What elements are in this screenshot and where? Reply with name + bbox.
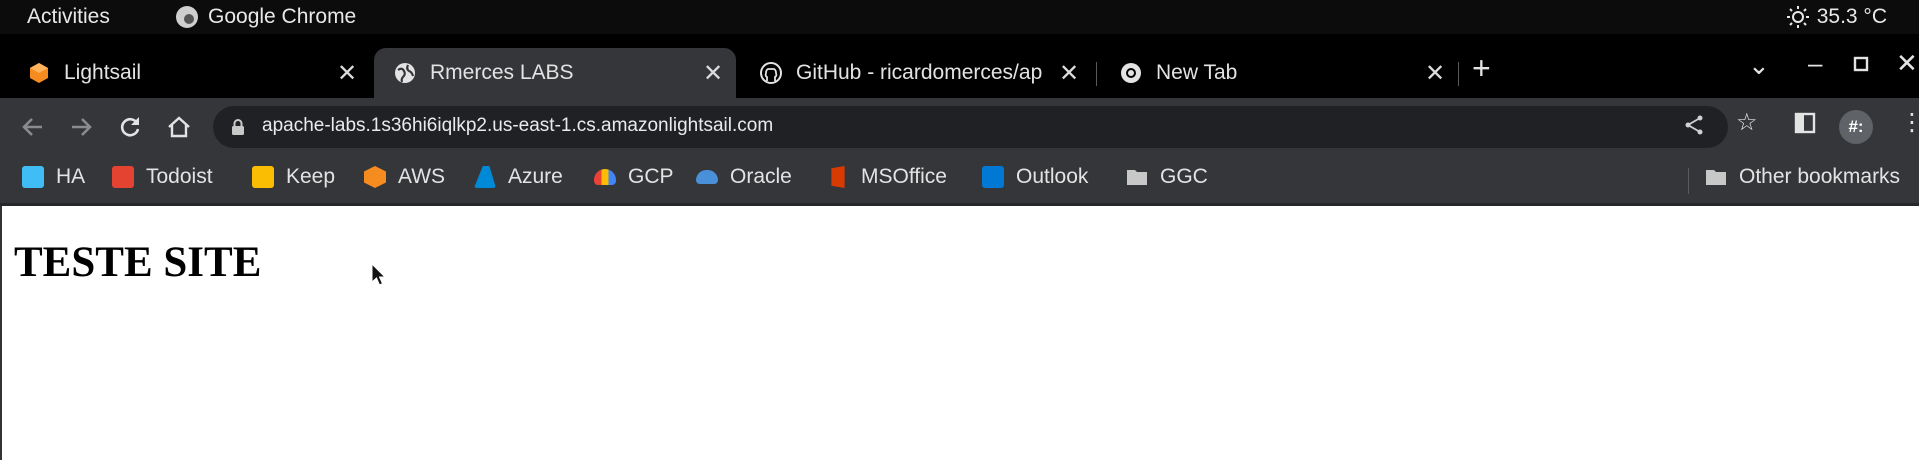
oracle-cloud-icon bbox=[696, 170, 718, 184]
bookmark-label: AWS bbox=[398, 165, 446, 188]
aws-icon bbox=[364, 166, 386, 188]
bookmark-gcp[interactable]: GCP bbox=[594, 165, 674, 189]
close-window-button[interactable]: ✕ bbox=[1896, 50, 1918, 76]
folder-icon bbox=[1127, 170, 1147, 185]
browser-toolbar: apache-labs.1s36hi6iqlkp2.us-east-1.cs.a… bbox=[0, 98, 1919, 156]
tab-github[interactable]: GitHub - ricardomerces/ap ✕ bbox=[740, 48, 1092, 98]
bookmark-label: Azure bbox=[508, 165, 563, 188]
new-tab-button[interactable]: + bbox=[1472, 52, 1491, 84]
bookmarks-bar: HA Todoist Keep AWS Azure GCP Oracle MSO… bbox=[0, 156, 1919, 206]
more-menu-icon[interactable]: ⋮ bbox=[1900, 108, 1919, 137]
home-icon bbox=[168, 116, 190, 138]
bookmark-label: Todoist bbox=[146, 165, 213, 188]
lock-icon[interactable] bbox=[231, 119, 245, 135]
bookmark-label: GGC bbox=[1160, 165, 1208, 188]
mouse-cursor-icon bbox=[371, 263, 387, 286]
bookmark-oracle[interactable]: Oracle bbox=[696, 165, 792, 189]
other-bookmarks-label: Other bookmarks bbox=[1739, 165, 1901, 188]
tab-search-button[interactable]: ⌄ bbox=[1748, 52, 1770, 78]
folder-icon bbox=[1706, 170, 1726, 185]
tab-title: Rmerces LABS bbox=[430, 61, 574, 84]
bookmark-label: GCP bbox=[628, 165, 674, 188]
keep-icon bbox=[252, 166, 274, 188]
tab-title: Lightsail bbox=[64, 61, 142, 84]
close-icon[interactable]: ✕ bbox=[1054, 59, 1084, 88]
back-button[interactable] bbox=[16, 110, 50, 144]
bookmark-msoffice[interactable]: MSOffice bbox=[827, 165, 947, 189]
tab-lightsail[interactable]: Lightsail ✕ bbox=[8, 48, 370, 98]
sun-icon bbox=[1786, 6, 1809, 28]
home-assistant-icon bbox=[22, 166, 44, 188]
bookmark-azure[interactable]: Azure bbox=[474, 165, 563, 189]
forward-arrow-icon bbox=[72, 118, 92, 136]
bookmark-label: Oracle bbox=[730, 165, 792, 188]
globe-icon bbox=[395, 63, 415, 83]
bookmark-label: Outlook bbox=[1016, 165, 1089, 188]
page-viewport: TESTE SITE bbox=[0, 206, 1919, 460]
home-button[interactable] bbox=[162, 110, 196, 144]
bookmark-outlook[interactable]: Outlook bbox=[982, 165, 1088, 189]
extension-badge[interactable]: #: bbox=[1839, 110, 1873, 144]
bookmark-aws[interactable]: AWS bbox=[364, 165, 445, 189]
temperature-label: 35.3 °C bbox=[1816, 5, 1887, 28]
system-top-bar: Activities Google Chrome 35.3 °C bbox=[0, 0, 1919, 34]
maximize-icon bbox=[1853, 56, 1869, 72]
msoffice-icon bbox=[831, 166, 845, 188]
app-name: Google Chrome bbox=[208, 5, 357, 28]
tab-new-tab[interactable]: New Tab ✕ bbox=[1100, 48, 1458, 98]
tab-separator bbox=[1096, 62, 1097, 86]
other-bookmarks-folder[interactable]: Other bookmarks bbox=[1705, 165, 1900, 189]
page-heading: TESTE SITE bbox=[14, 239, 262, 286]
tab-rmerces-labs[interactable]: Rmerces LABS ✕ bbox=[374, 48, 736, 98]
todoist-icon bbox=[112, 166, 134, 188]
bookmark-folder-ggc[interactable]: GGC bbox=[1126, 165, 1208, 189]
reload-button[interactable] bbox=[113, 110, 147, 144]
bookmark-star-icon[interactable]: ☆ bbox=[1736, 108, 1758, 137]
chrome-logo-icon bbox=[176, 6, 198, 28]
minimize-button[interactable]: – bbox=[1808, 50, 1822, 76]
forward-button[interactable] bbox=[64, 110, 98, 144]
app-menu[interactable]: Google Chrome bbox=[176, 5, 356, 29]
bookmark-ha[interactable]: HA bbox=[22, 165, 85, 189]
share-icon[interactable] bbox=[1683, 114, 1705, 142]
tab-title: GitHub - ricardomerces/ap bbox=[796, 61, 1043, 84]
weather-indicator[interactable]: 35.3 °C bbox=[1786, 5, 1887, 29]
github-icon bbox=[760, 62, 782, 84]
url-text[interactable]: apache-labs.1s36hi6iqlkp2.us-east-1.cs.a… bbox=[262, 115, 773, 137]
close-icon[interactable]: ✕ bbox=[332, 59, 362, 88]
bookmark-label: HA bbox=[56, 165, 86, 188]
lightsail-icon bbox=[30, 63, 48, 83]
bookmark-todoist[interactable]: Todoist bbox=[112, 165, 213, 189]
bookmarks-separator bbox=[1688, 168, 1689, 194]
tab-strip: Lightsail ✕ Rmerces LABS ✕ GitHub - rica… bbox=[0, 34, 1919, 98]
bookmark-keep[interactable]: Keep bbox=[252, 165, 335, 189]
address-bar[interactable]: apache-labs.1s36hi6iqlkp2.us-east-1.cs.a… bbox=[213, 106, 1728, 148]
azure-icon bbox=[474, 166, 496, 188]
close-icon[interactable]: ✕ bbox=[698, 59, 728, 88]
close-icon[interactable]: ✕ bbox=[1420, 59, 1450, 88]
back-arrow-icon bbox=[22, 118, 42, 136]
reload-icon bbox=[120, 117, 140, 137]
side-panel-icon[interactable] bbox=[1794, 112, 1816, 141]
activities-button[interactable]: Activities bbox=[27, 5, 110, 29]
bookmark-label: Keep bbox=[286, 165, 336, 188]
gcp-cloud-icon bbox=[594, 169, 616, 185]
tab-separator bbox=[1458, 62, 1459, 86]
bookmark-label: MSOffice bbox=[861, 165, 947, 188]
outlook-icon bbox=[982, 166, 1004, 188]
tab-title: New Tab bbox=[1156, 61, 1238, 84]
chrome-icon bbox=[1121, 63, 1141, 83]
maximize-button[interactable] bbox=[1853, 50, 1869, 76]
